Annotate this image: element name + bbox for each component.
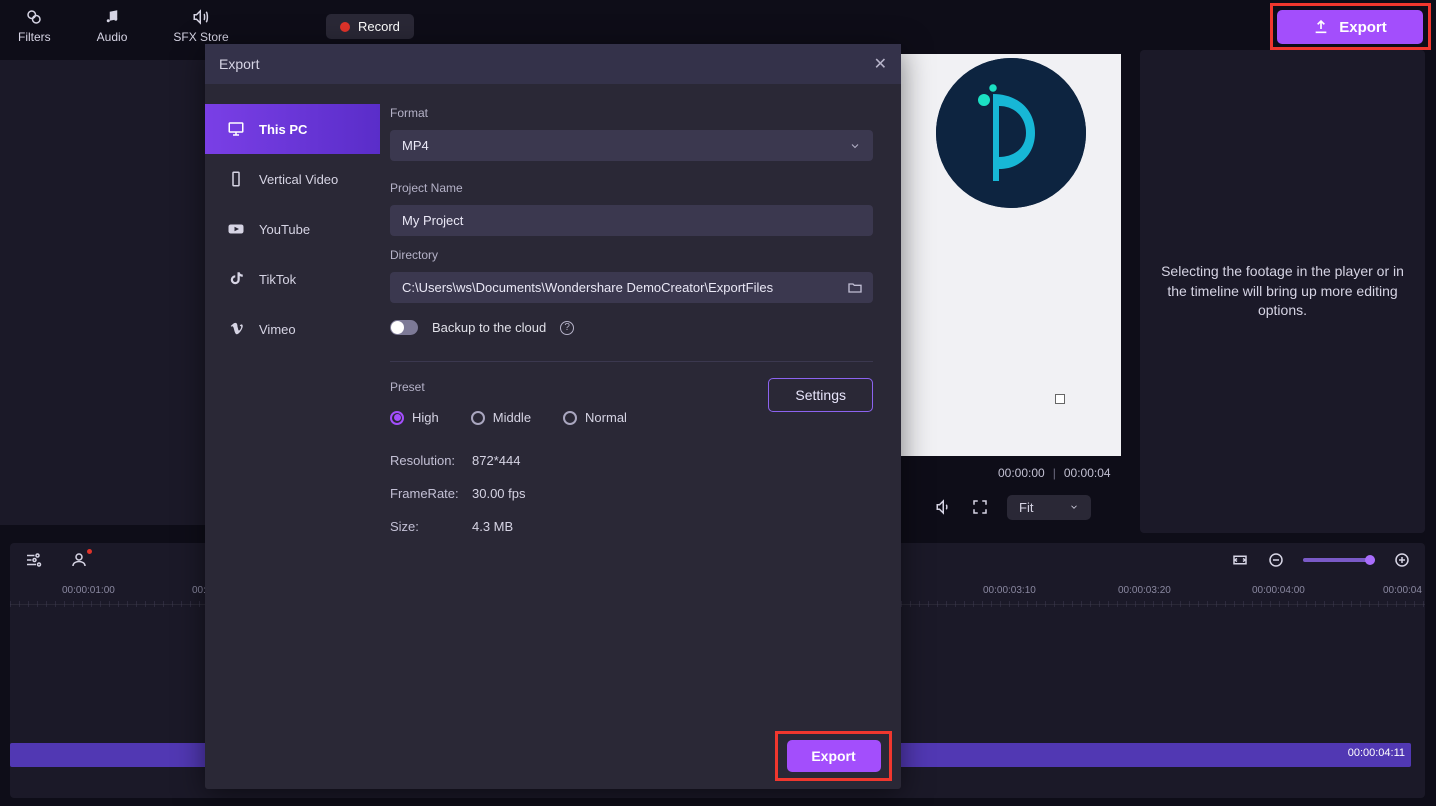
close-icon[interactable]: ✕ — [874, 54, 887, 74]
dest-vertical[interactable]: Vertical Video — [205, 154, 380, 204]
spec-grid: Resolution: 872*444 FrameRate: 30.00 fps… — [390, 435, 873, 534]
framerate-value: 30.00 fps — [472, 486, 873, 501]
fullscreen-icon[interactable] — [971, 498, 989, 516]
dest-tiktok[interactable]: TikTok — [205, 254, 380, 304]
export-button-highlight: Export — [1270, 3, 1431, 50]
export-label: Export — [1339, 19, 1387, 36]
preview-panel[interactable] — [901, 54, 1121, 456]
project-name-label: Project Name — [390, 181, 873, 195]
preview-logo — [936, 58, 1086, 208]
format-label: Format — [390, 106, 873, 120]
tab-sfx-label: SFX Store — [173, 30, 228, 44]
zoom-out-icon[interactable] — [1267, 551, 1285, 569]
size-label: Size: — [390, 519, 472, 534]
time-divider: | — [1053, 466, 1056, 480]
properties-hint: Selecting the footage in the player or i… — [1158, 262, 1407, 321]
radio-label: High — [412, 410, 439, 425]
radio-label: Normal — [585, 410, 627, 425]
directory-input[interactable]: C:\Users\ws\Documents\Wondershare DemoCr… — [390, 272, 873, 303]
export-confirm-highlight: Export — [775, 731, 892, 781]
format-select[interactable]: MP4 — [390, 130, 873, 161]
ruler-mark: 00:00:03:10 — [983, 585, 1036, 596]
preset-high[interactable]: High — [390, 410, 439, 425]
record-dot-icon — [340, 22, 350, 32]
dest-label: YouTube — [259, 222, 310, 237]
fit-timeline-icon[interactable] — [1231, 551, 1249, 569]
volume-icon[interactable] — [935, 498, 953, 516]
export-modal: Export ✕ This PC Vertical Video YouTube … — [205, 44, 901, 789]
voiceover-icon[interactable] — [70, 551, 88, 569]
radio-label: Middle — [493, 410, 531, 425]
properties-panel: Selecting the footage in the player or i… — [1140, 50, 1425, 533]
chevron-down-icon — [849, 140, 861, 152]
resolution-label: Resolution: — [390, 453, 472, 468]
resize-handle[interactable] — [1055, 394, 1065, 404]
resolution-value: 872*444 — [472, 453, 873, 468]
zoom-slider[interactable] — [1303, 558, 1375, 562]
vimeo-icon — [227, 320, 245, 338]
dest-label: TikTok — [259, 272, 296, 287]
time-current: 00:00:00 — [998, 466, 1045, 480]
dest-label: This PC — [259, 122, 307, 137]
preset-label: Preset — [390, 380, 627, 394]
dest-label: Vimeo — [259, 322, 296, 337]
export-destination-list: This PC Vertical Video YouTube TikTok Vi… — [205, 84, 380, 789]
export-button[interactable]: Export — [1277, 10, 1423, 44]
preset-middle[interactable]: Middle — [471, 410, 531, 425]
time-total: 00:00:04 — [1064, 466, 1111, 480]
tab-filters[interactable]: Filters — [18, 8, 51, 44]
zoom-in-icon[interactable] — [1393, 551, 1411, 569]
ruler-mark: 00:00:01:00 — [62, 585, 115, 596]
preset-normal[interactable]: Normal — [563, 410, 627, 425]
ruler-mark: 00:00:04:00 — [1252, 585, 1305, 596]
export-confirm-button[interactable]: Export — [787, 740, 881, 772]
dest-this-pc[interactable]: This PC — [205, 104, 380, 154]
fit-dropdown[interactable]: Fit — [1007, 495, 1091, 520]
settings-button[interactable]: Settings — [768, 378, 873, 412]
format-value: MP4 — [402, 138, 429, 153]
chevron-down-icon — [1069, 502, 1079, 512]
tiktok-icon — [227, 270, 245, 288]
export-form: Format MP4 Project Name My Project Direc… — [380, 84, 901, 789]
size-value: 4.3 MB — [472, 519, 873, 534]
tab-sfx[interactable]: SFX Store — [173, 8, 228, 44]
record-button[interactable]: Record — [326, 14, 414, 39]
preview-time: 00:00:00 | 00:00:04 — [998, 466, 1111, 480]
sfx-icon — [192, 8, 210, 26]
ruler-mark: 00:00:04 — [1383, 585, 1422, 596]
preview-controls: Fit — [935, 492, 1115, 522]
project-name-value: My Project — [402, 213, 463, 228]
directory-label: Directory — [390, 248, 873, 262]
tab-audio[interactable]: Audio — [97, 8, 128, 44]
folder-icon[interactable] — [847, 280, 863, 296]
adjust-icon[interactable] — [24, 551, 42, 569]
modal-title: Export — [219, 56, 259, 72]
project-name-input[interactable]: My Project — [390, 205, 873, 236]
modal-header: Export ✕ — [205, 44, 901, 84]
backup-toggle[interactable] — [390, 320, 418, 335]
export-icon — [1313, 19, 1329, 35]
audio-icon — [103, 8, 121, 26]
help-icon[interactable]: ? — [560, 321, 574, 335]
dest-label: Vertical Video — [259, 172, 338, 187]
phone-icon — [227, 170, 245, 188]
youtube-icon — [227, 220, 245, 238]
dest-vimeo[interactable]: Vimeo — [205, 304, 380, 354]
divider — [390, 361, 873, 362]
backup-label: Backup to the cloud — [432, 320, 546, 335]
tab-audio-label: Audio — [97, 30, 128, 44]
record-label: Record — [358, 19, 400, 34]
clip-end-time: 00:00:04:11 — [1348, 747, 1405, 759]
monitor-icon — [227, 120, 245, 138]
tab-filters-label: Filters — [18, 30, 51, 44]
dest-youtube[interactable]: YouTube — [205, 204, 380, 254]
directory-value: C:\Users\ws\Documents\Wondershare DemoCr… — [402, 280, 773, 295]
framerate-label: FrameRate: — [390, 486, 472, 501]
ruler-mark: 00:00:03:20 — [1118, 585, 1171, 596]
filters-icon — [25, 8, 43, 26]
fit-label: Fit — [1019, 500, 1033, 515]
